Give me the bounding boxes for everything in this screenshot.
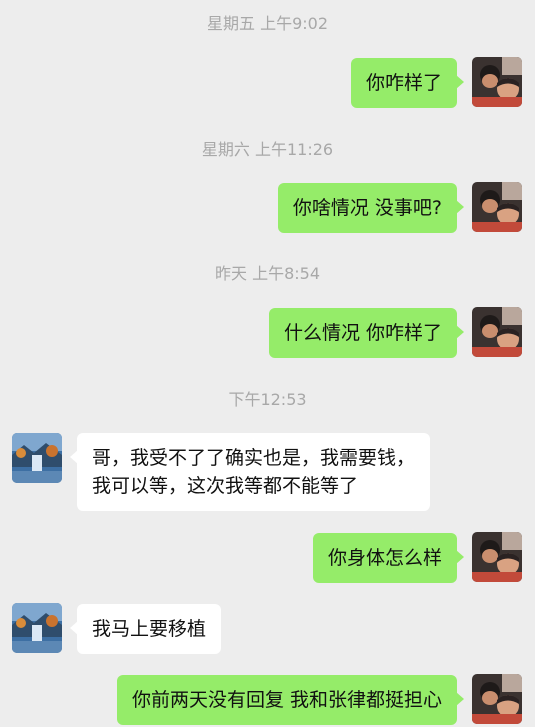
timestamp: 昨天 上午8:54: [214, 264, 321, 283]
self-avatar[interactable]: [472, 674, 522, 724]
photo-avatar-icon: [472, 57, 522, 107]
landscape-waterfall-icon: [12, 603, 62, 653]
photo-avatar-icon: [472, 532, 522, 582]
received-message-bubble[interactable]: 哥，我受不了了确实也是，我需要钱， 我可以等，这次我等都不能等了: [69, 433, 431, 511]
contact-avatar[interactable]: [12, 603, 62, 653]
self-avatar[interactable]: [472, 532, 522, 582]
landscape-waterfall-icon: [12, 433, 62, 483]
message-line: 哥，我受不了了确实也是，我需要钱，: [92, 447, 416, 469]
timestamp: 星期六 上午11:26: [201, 140, 334, 159]
photo-avatar-icon: [472, 307, 522, 357]
sent-message-bubble[interactable]: 你前两天没有回复 我和张律都挺担心: [116, 675, 465, 725]
self-avatar[interactable]: [472, 57, 522, 107]
timestamp: 下午12:53: [228, 390, 307, 409]
timestamp: 星期五 上午9:02: [206, 14, 329, 33]
sent-message-bubble[interactable]: 你咋样了: [350, 58, 465, 108]
sent-message-bubble[interactable]: 你啥情况 没事吧?: [277, 183, 465, 233]
self-avatar[interactable]: [472, 182, 522, 232]
message-line: 我可以等，这次我等都不能等了: [92, 475, 359, 497]
sent-message-bubble[interactable]: 什么情况 你咋样了: [268, 308, 465, 358]
received-message-bubble[interactable]: 我马上要移植: [69, 604, 222, 654]
self-avatar[interactable]: [472, 307, 522, 357]
chat-message-list[interactable]: 星期五 上午9:02 你咋样了 星期六 上午11:26 你啥情况 没事吧? 昨天…: [0, 0, 535, 727]
photo-avatar-icon: [472, 182, 522, 232]
contact-avatar[interactable]: [12, 433, 62, 483]
sent-message-bubble[interactable]: 你身体怎么样: [312, 533, 465, 583]
photo-avatar-icon: [472, 674, 522, 724]
